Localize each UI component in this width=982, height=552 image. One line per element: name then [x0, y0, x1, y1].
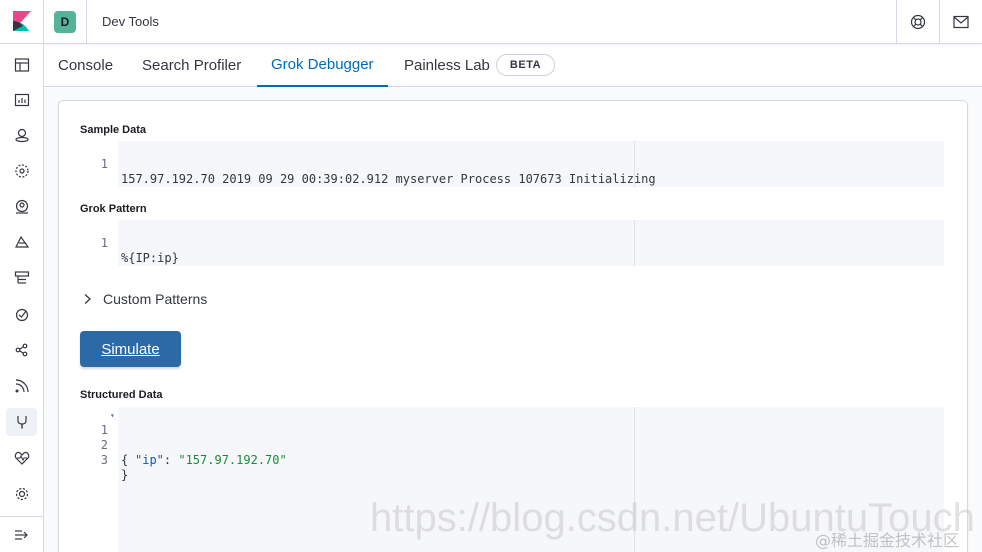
- editor-line: 1 %{IP:ip}: [80, 221, 179, 265]
- monitoring-icon: [14, 451, 29, 465]
- grok-pattern-label: Grok Pattern: [80, 203, 147, 215]
- editor-line: 3 }: [80, 438, 128, 482]
- structured-data-label: Structured Data: [80, 389, 163, 401]
- tab-grok-debugger[interactable]: Grok Debugger: [257, 44, 388, 87]
- custom-patterns-toggle[interactable]: Custom Patterns: [82, 289, 207, 309]
- print-margin: [634, 220, 635, 266]
- nav-collapse-button[interactable]: [0, 516, 44, 552]
- nav-logs[interactable]: [6, 264, 37, 292]
- side-nav: [0, 44, 44, 552]
- json-close-brace: }: [121, 468, 129, 482]
- space-selector[interactable]: D: [44, 0, 87, 44]
- beta-badge: BETA: [496, 54, 555, 76]
- watermark-cn: @稀土掘金技术社区: [815, 531, 960, 550]
- tab-painless-lab[interactable]: Painless Lab: [390, 44, 504, 87]
- maps-icon: [14, 128, 29, 143]
- top-bar: D Dev Tools: [0, 0, 982, 44]
- kibana-logo[interactable]: [0, 0, 44, 44]
- tab-console[interactable]: Console: [44, 44, 127, 87]
- nav-siem[interactable]: [6, 228, 37, 256]
- simulate-button[interactable]: Simulate: [80, 331, 181, 367]
- json-separator: :: [163, 453, 179, 467]
- nav-user[interactable]: [6, 193, 37, 221]
- tab-search-profiler[interactable]: Search Profiler: [128, 44, 255, 87]
- logs-icon: [14, 271, 29, 284]
- editor-line: 1 ▾ {: [80, 408, 128, 467]
- fold-arrow-icon[interactable]: ▾: [110, 408, 115, 423]
- app-title: Dev Tools: [102, 14, 159, 29]
- nav-dashboard[interactable]: [6, 86, 37, 114]
- mail-icon: [953, 15, 969, 29]
- sample-data-label: Sample Data: [80, 124, 147, 136]
- newsfeed-button[interactable]: [939, 0, 982, 44]
- dashboard-icon: [14, 93, 29, 107]
- nav-ml[interactable]: [6, 157, 37, 185]
- help-button[interactable]: [896, 0, 939, 44]
- nav-overview[interactable]: [6, 51, 37, 79]
- json-key: "ip": [135, 453, 164, 467]
- nav-apm[interactable]: [6, 372, 37, 400]
- ml-icon: [14, 164, 29, 178]
- nav-management[interactable]: [6, 480, 37, 508]
- sample-data-editor[interactable]: 1 157.97.192.70 2019 09 29 00:39:02.912 …: [80, 141, 944, 187]
- nav-graph[interactable]: [6, 336, 37, 364]
- siem-icon: [14, 235, 29, 248]
- line-number: 1: [100, 236, 108, 250]
- user-icon: [15, 199, 28, 214]
- collapse-icon: [15, 529, 28, 540]
- nav-maps[interactable]: [6, 121, 37, 149]
- space-avatar: D: [54, 11, 76, 33]
- grok-pattern-text: %{IP:ip}: [121, 251, 179, 265]
- kibana-logo-icon: [12, 11, 31, 31]
- editor-line: 2 "ip": "157.97.192.70": [80, 423, 287, 467]
- line-number: 1: [100, 157, 108, 171]
- management-icon: [15, 487, 28, 501]
- dev-tools-icon: [16, 416, 27, 429]
- help-icon: [910, 14, 926, 30]
- grok-pattern-editor[interactable]: 1 %{IP:ip}: [80, 220, 944, 266]
- uptime-icon: [15, 308, 28, 322]
- apm-icon: [15, 379, 29, 393]
- nav-monitoring[interactable]: [6, 444, 37, 472]
- sample-data-text: 157.97.192.70 2019 09 29 00:39:02.912 my…: [121, 172, 656, 186]
- json-value: "157.97.192.70": [178, 453, 287, 467]
- nav-uptime[interactable]: [6, 300, 37, 328]
- graph-icon: [15, 343, 27, 357]
- line-number: 3: [100, 453, 108, 467]
- editor-line: 1 157.97.192.70 2019 09 29 00:39:02.912 …: [80, 142, 656, 186]
- overview-icon: [14, 58, 29, 72]
- custom-patterns-label: Custom Patterns: [103, 291, 208, 307]
- chevron-right-icon: [82, 293, 96, 305]
- nav-dev-tools[interactable]: [6, 408, 37, 436]
- json-open-brace: {: [121, 453, 129, 467]
- json-entry: "ip": "157.97.192.70": [135, 453, 287, 468]
